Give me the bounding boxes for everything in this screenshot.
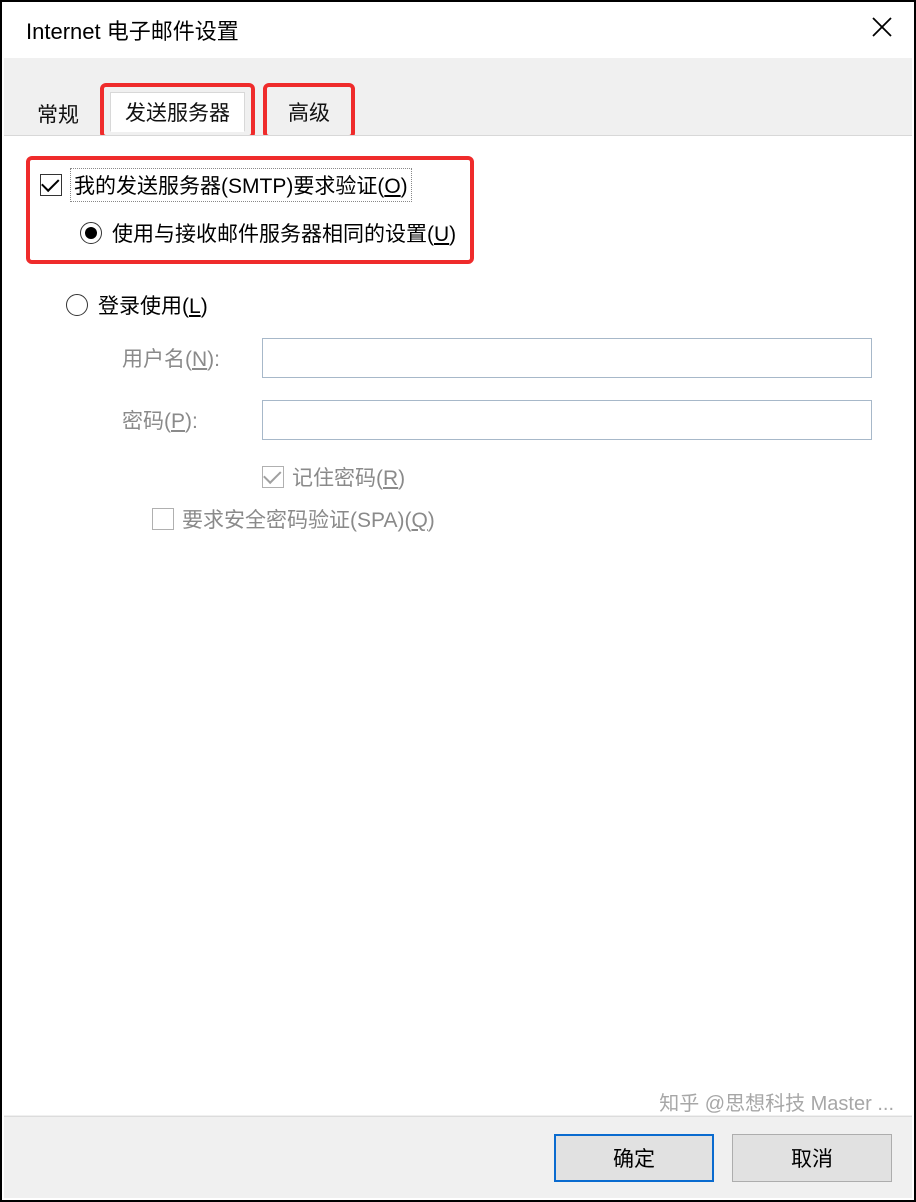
tab-outgoing-server[interactable]: 发送服务器: [110, 92, 245, 132]
cancel-button[interactable]: 取消: [732, 1134, 892, 1182]
username-row: 用户名(N):: [122, 338, 890, 378]
tab-general[interactable]: 常规: [22, 92, 94, 136]
button-bar: 确定 取消: [4, 1116, 912, 1198]
ok-button[interactable]: 确定: [554, 1134, 714, 1182]
tab-advanced-highlight: 高级: [263, 83, 355, 139]
password-input[interactable]: [262, 400, 872, 440]
radio-login-with-row[interactable]: 登录使用(L): [66, 290, 890, 320]
checkbox-remember-password[interactable]: [262, 466, 284, 488]
cancel-button-label: 取消: [791, 1143, 833, 1173]
password-row: 密码(P):: [122, 400, 890, 440]
checkbox-smtp-auth[interactable]: [40, 174, 62, 196]
radio-use-same-label: 使用与接收邮件服务器相同的设置(U): [112, 218, 456, 248]
login-fields: 用户名(N): 密码(P): 记住密码(R): [122, 338, 890, 492]
client-area: 常规 发送服务器 高级 我的发送服务器(SMTP)要求验证(O) 使用与接收邮件…: [4, 58, 912, 1198]
username-label: 用户名(N):: [122, 343, 262, 373]
close-icon[interactable]: [864, 9, 900, 51]
smtp-require-auth-label: 我的发送服务器(SMTP)要求验证(O): [70, 168, 412, 202]
window-title: Internet 电子邮件设置: [26, 14, 239, 46]
radio-use-same-settings[interactable]: [80, 222, 102, 244]
tab-label: 高级: [288, 97, 330, 127]
remember-password-row[interactable]: 记住密码(R): [262, 462, 890, 492]
tab-content: 我的发送服务器(SMTP)要求验证(O) 使用与接收邮件服务器相同的设置(U) …: [4, 135, 912, 1115]
tab-label: 发送服务器: [125, 97, 230, 127]
tab-strip: 常规 发送服务器 高级: [4, 58, 912, 136]
remember-password-label: 记住密码(R): [292, 462, 405, 492]
titlebar: Internet 电子邮件设置: [2, 2, 914, 58]
smtp-require-auth-row[interactable]: 我的发送服务器(SMTP)要求验证(O): [40, 168, 456, 202]
tab-label: 常规: [37, 99, 79, 129]
radio-login-with-label: 登录使用(L): [98, 290, 208, 320]
radio-login-with[interactable]: [66, 294, 88, 316]
require-spa-row[interactable]: 要求安全密码验证(SPA)(Q): [152, 504, 890, 534]
radio-use-same-settings-row[interactable]: 使用与接收邮件服务器相同的设置(U): [80, 218, 456, 248]
checkbox-require-spa[interactable]: [152, 508, 174, 530]
tab-advanced[interactable]: 高级: [273, 92, 345, 132]
username-input[interactable]: [262, 338, 872, 378]
require-spa-label: 要求安全密码验证(SPA)(Q): [182, 504, 435, 534]
tab-outgoing-highlight: 发送服务器: [100, 83, 255, 139]
ok-button-label: 确定: [613, 1143, 655, 1173]
password-label: 密码(P):: [122, 405, 262, 435]
smtp-auth-highlight: 我的发送服务器(SMTP)要求验证(O) 使用与接收邮件服务器相同的设置(U): [26, 156, 474, 264]
